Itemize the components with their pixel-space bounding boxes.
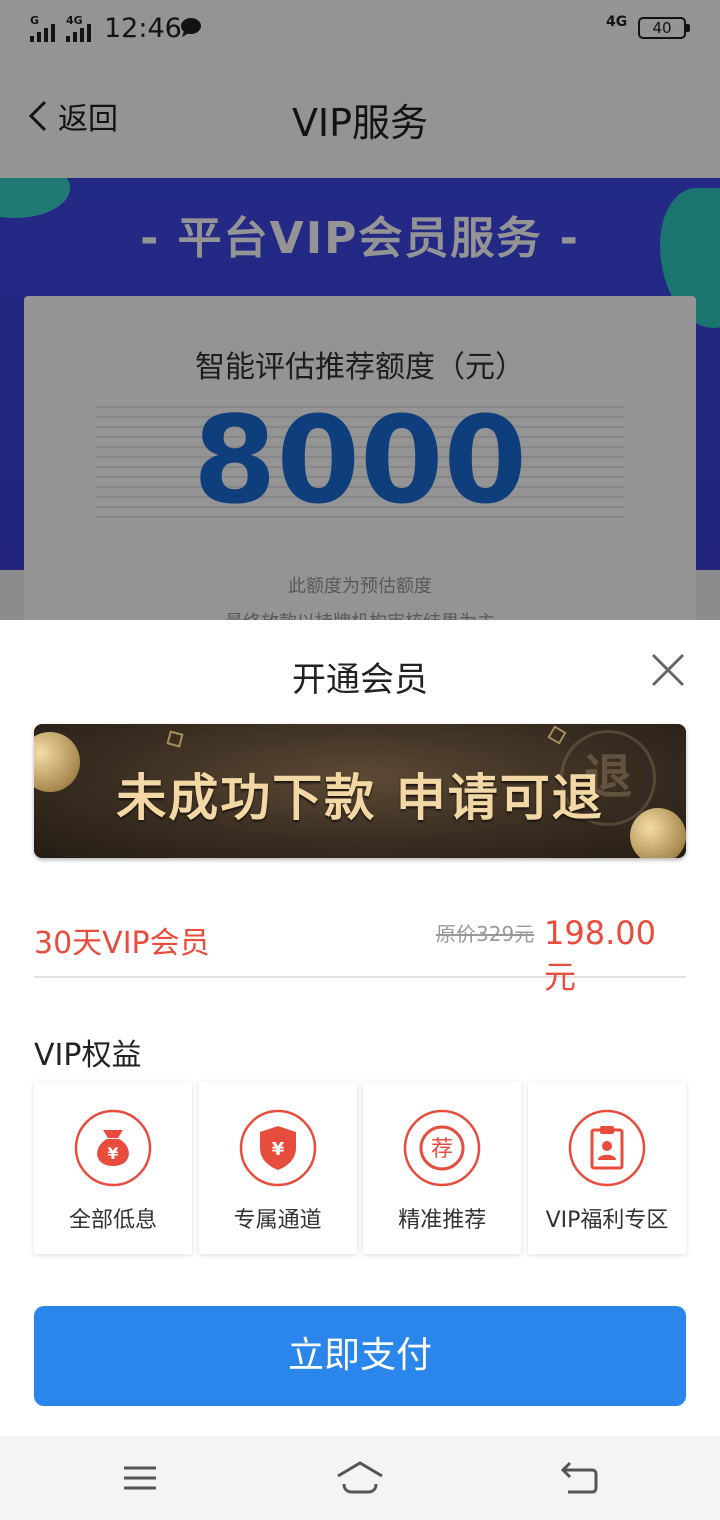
svg-text:¥: ¥ — [271, 1139, 284, 1160]
plan-name: 30天VIP会员 — [34, 926, 210, 961]
benefit-label: VIP福利专区 — [545, 1208, 669, 1233]
sheet-title: 开通会员 — [292, 660, 428, 700]
vip-sheet: 开通会员 退 未成功下款 申请可退 30天VIP会员 原价329元 198.00… — [0, 620, 720, 1436]
benefits-title: VIP权益 — [34, 1038, 142, 1073]
benefit-precise-recommend[interactable]: 荐 精准推荐 — [363, 1082, 522, 1254]
benefit-label: 精准推荐 — [398, 1208, 487, 1233]
decor-square — [166, 730, 184, 748]
plan-price: 198.00元 — [544, 914, 656, 996]
money-bag-icon: ¥ — [74, 1109, 152, 1187]
back-nav-icon[interactable] — [560, 1460, 598, 1496]
original-price: 原价329元 — [436, 922, 535, 946]
modal-overlay[interactable] — [0, 0, 720, 620]
close-icon[interactable] — [648, 650, 688, 690]
decor-square — [547, 725, 567, 745]
benefit-label: 全部低息 — [68, 1208, 157, 1233]
refund-banner: 退 未成功下款 申请可退 — [34, 724, 686, 858]
home-icon[interactable] — [336, 1460, 384, 1496]
svg-text:¥: ¥ — [107, 1144, 118, 1163]
benefit-label: 专属通道 — [233, 1208, 322, 1233]
banner-slogan: 未成功下款 申请可退 — [116, 769, 604, 827]
system-nav-bar — [0, 1436, 720, 1520]
shield-yen-icon: ¥ — [239, 1109, 316, 1187]
pay-now-button[interactable]: 立即支付 — [34, 1306, 686, 1406]
svg-text:荐: 荐 — [431, 1137, 453, 1162]
benefit-exclusive-channel[interactable]: ¥ 专属通道 — [198, 1082, 357, 1254]
benefit-low-interest[interactable]: ¥ 全部低息 — [34, 1082, 192, 1254]
clipboard-user-icon — [568, 1109, 646, 1187]
menu-icon[interactable] — [122, 1460, 158, 1496]
benefits-grid: ¥ 全部低息 ¥ 专属通道 荐 精准推荐 VIP福利专区 — [34, 1082, 686, 1254]
plan-row[interactable]: 30天VIP会员 原价329元 198.00元 — [34, 914, 686, 996]
benefit-vip-welfare[interactable]: VIP福利专区 — [527, 1082, 686, 1254]
recommend-badge-icon: 荐 — [404, 1109, 481, 1187]
